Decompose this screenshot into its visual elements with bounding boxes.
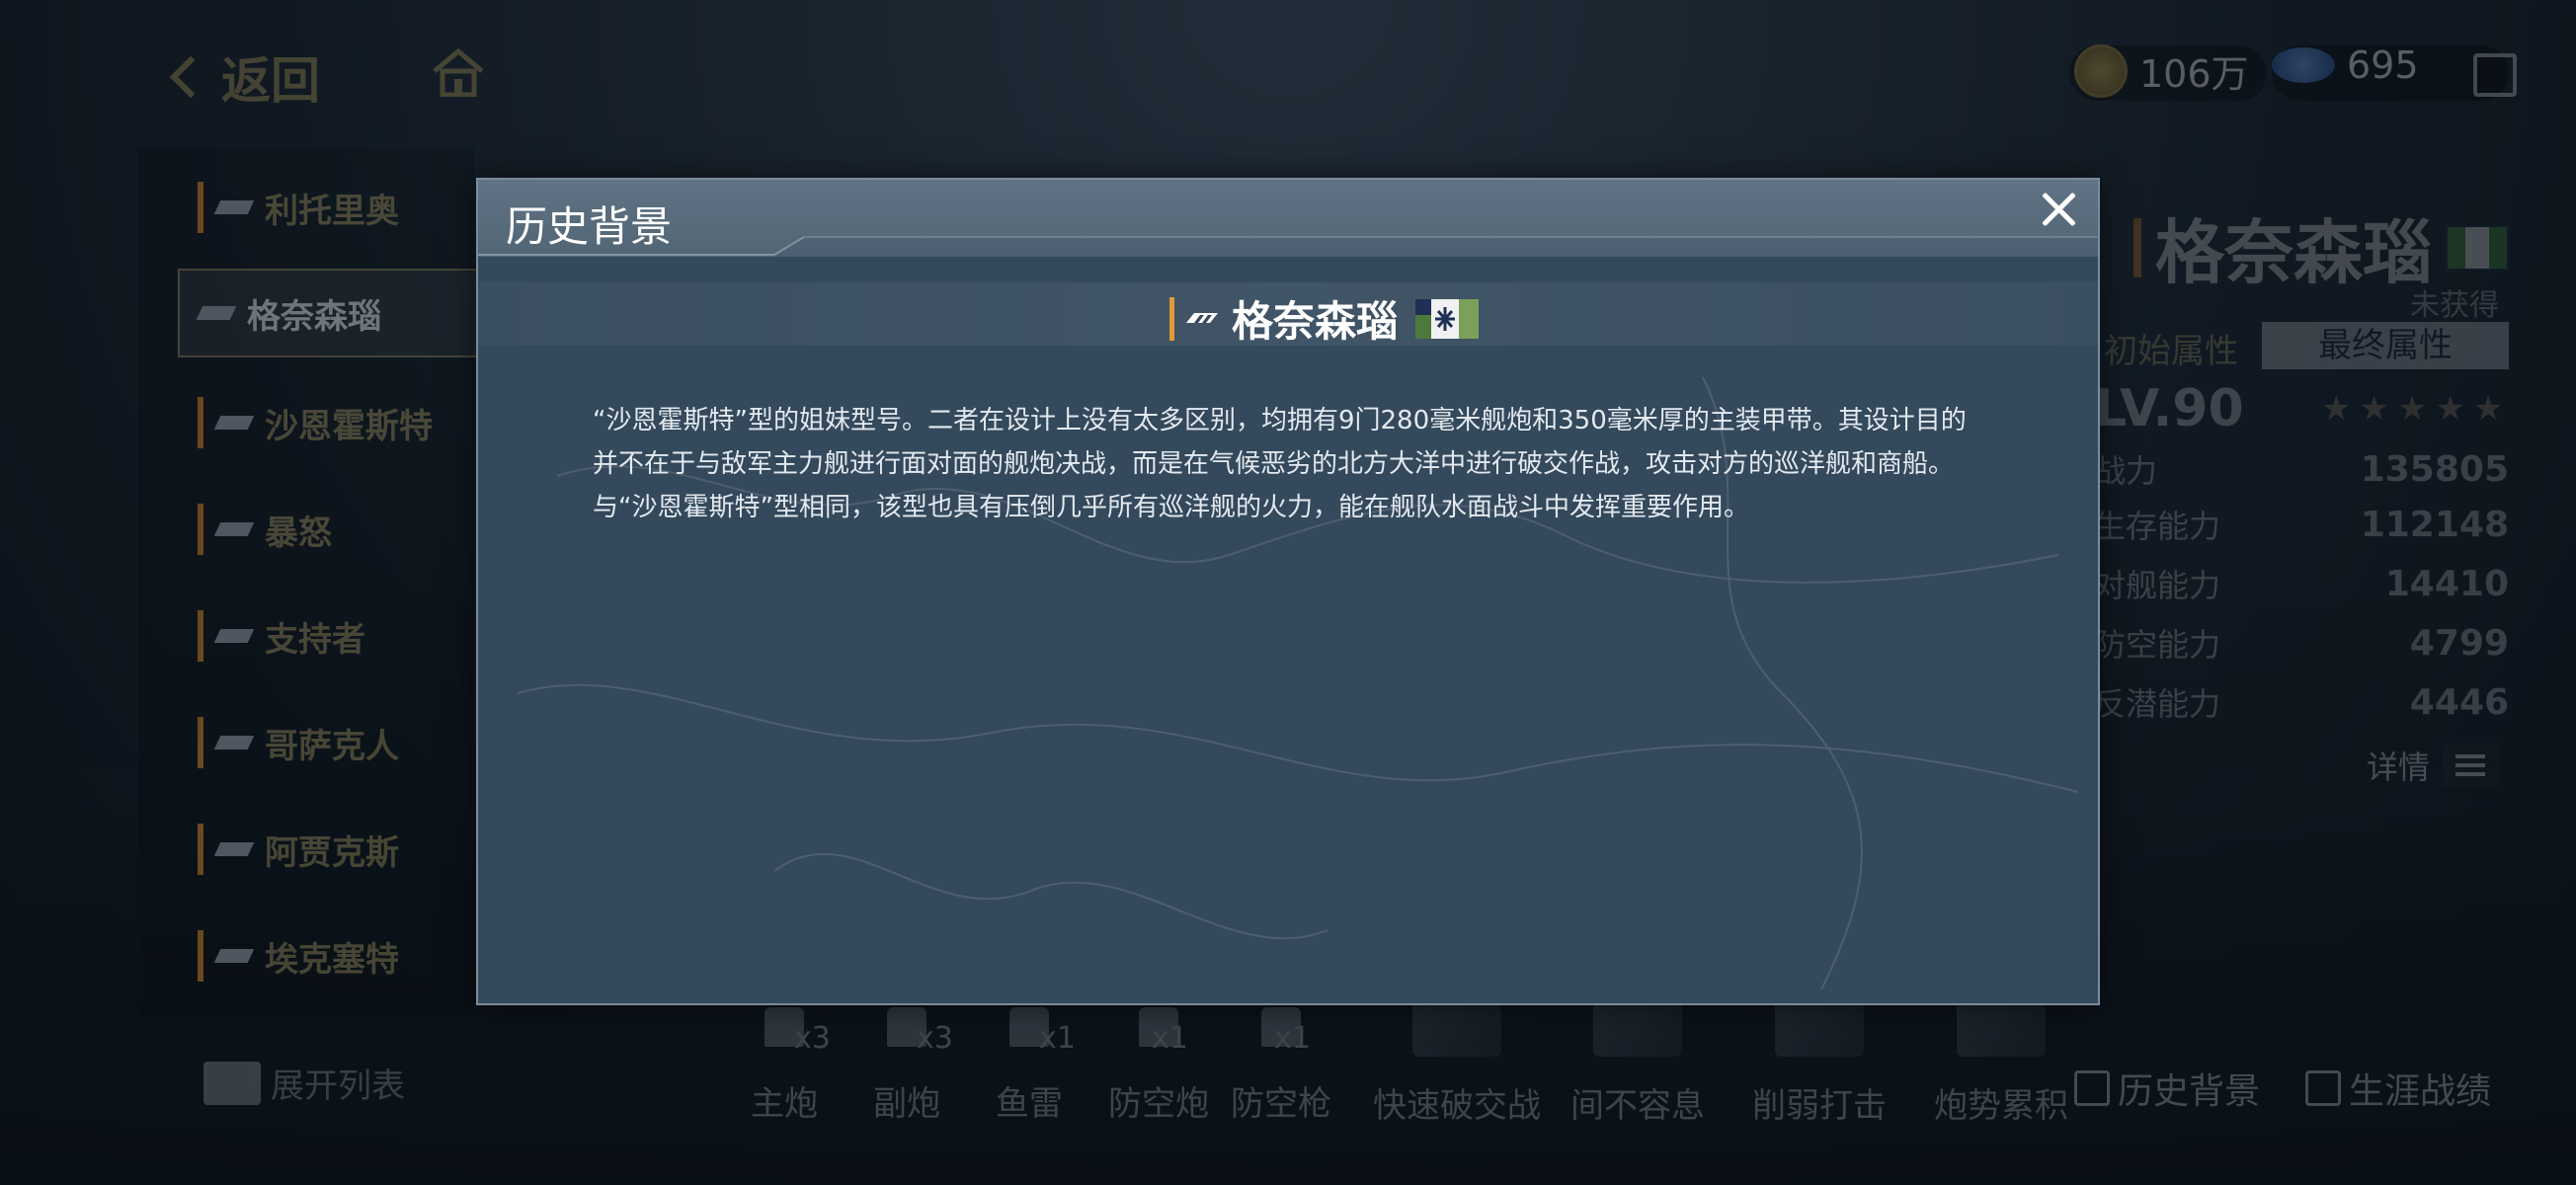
class-bar [1169,296,1174,341]
ship-class-icon [1186,312,1218,323]
modal-header: 历史背景 [478,180,2098,257]
modal-title: 历史背景 [506,202,673,251]
history-description: “沙恩霍斯特”型的姐妹型号。二者在设计上没有太多区别，均拥有9门280毫米舰炮和… [593,406,1967,522]
modal-ship-name-heading: 格奈森瑙 [1169,288,1480,349]
modal-ship-name: 格奈森瑙 [1232,297,1399,346]
close-icon[interactable] [2037,188,2080,231]
flag-icon [1415,298,1480,339]
history-modal: 历史背景 格奈森瑙 “沙恩霍斯特”型的姐妹型号。二者在设计上没有太多区别，均拥有… [476,178,2100,1005]
header-decoration [478,180,2098,257]
